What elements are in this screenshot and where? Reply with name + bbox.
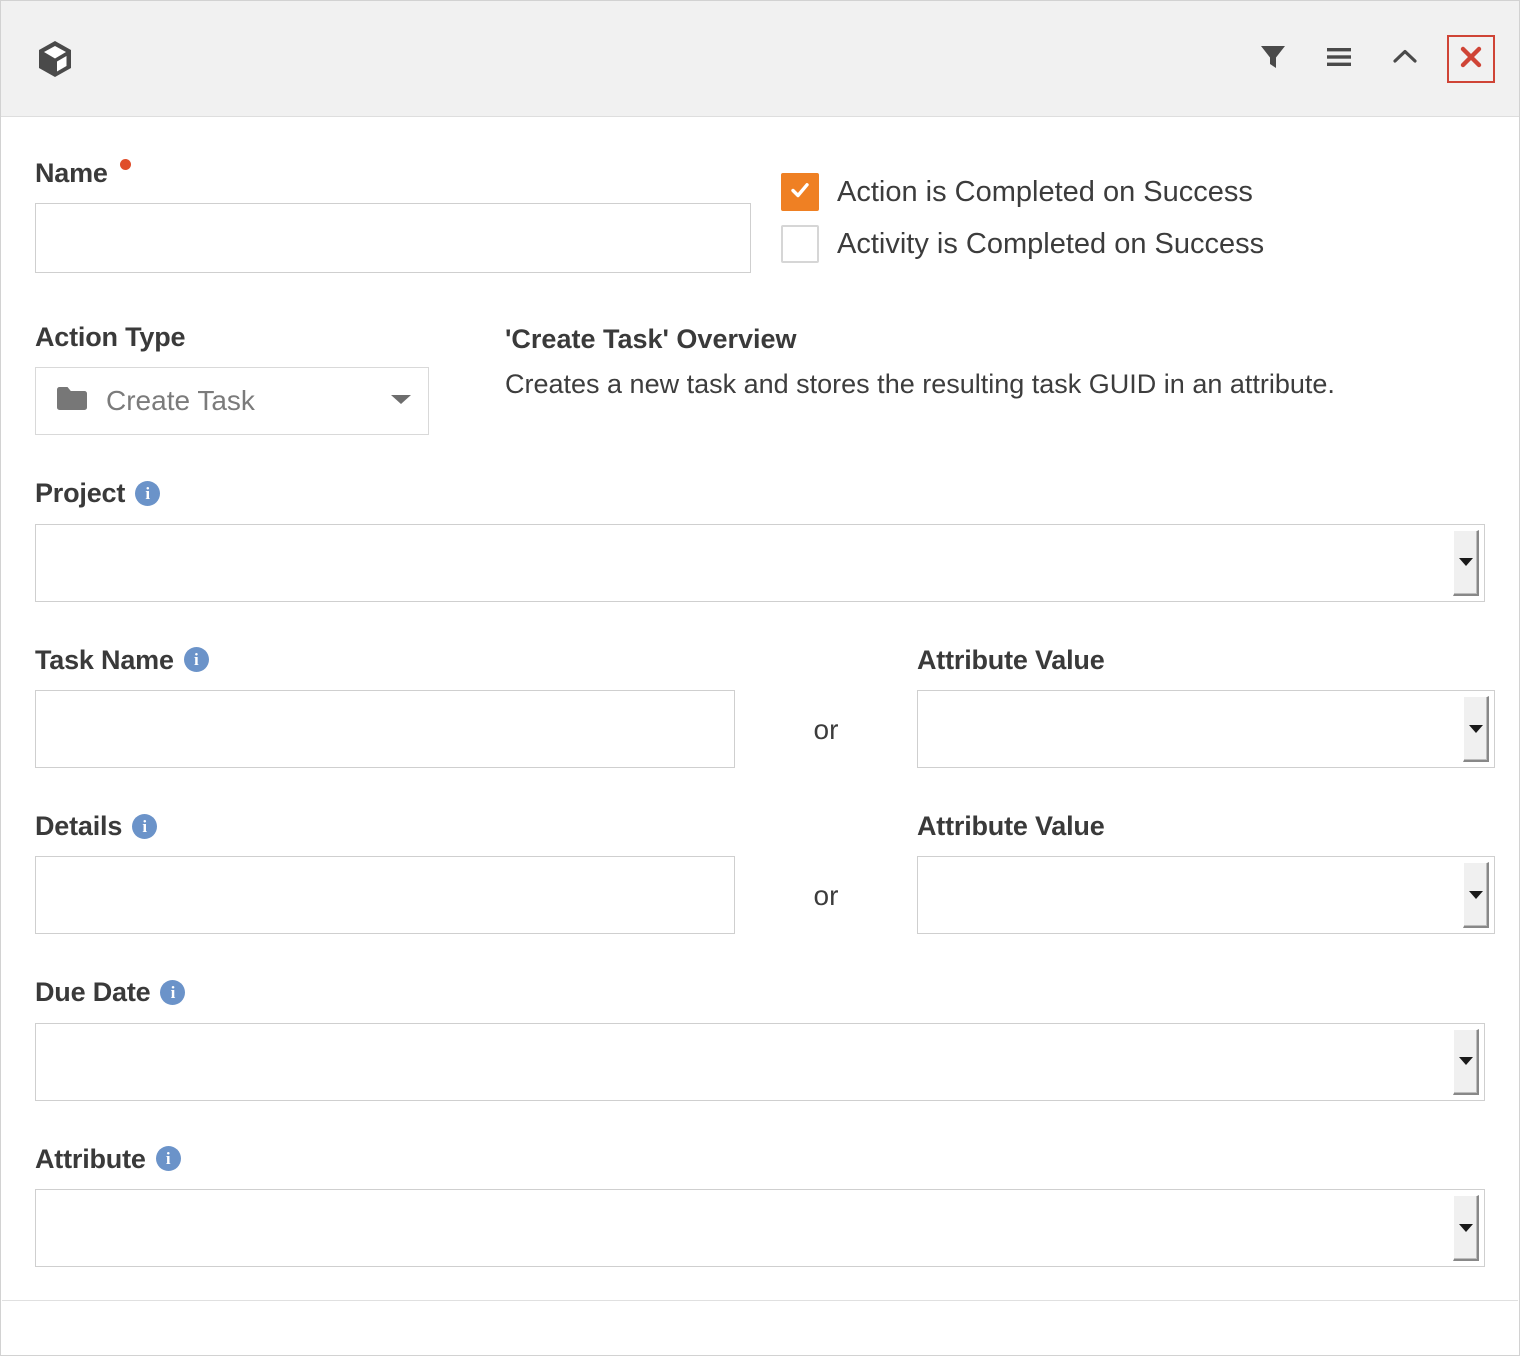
checkmark-icon <box>789 179 811 206</box>
caret-down-icon <box>1468 890 1483 899</box>
caret-down-icon <box>1468 724 1483 733</box>
details-attribute-value-label-wrap: Attribute Value <box>917 811 1495 842</box>
task-name-label: Task Name <box>35 644 174 675</box>
task-name-row: Task Name i or Attribute Value <box>35 644 1495 769</box>
info-icon[interactable]: i <box>183 647 209 673</box>
attribute-field-group: Attribute i <box>35 1143 1485 1268</box>
action-type-value: Create Task <box>106 385 255 417</box>
action-type-and-overview-row: Action Type Create Task 'Create Task' Ov… <box>35 322 1485 436</box>
titlebar-left-group <box>35 39 75 79</box>
project-combobox[interactable] <box>35 523 1485 602</box>
details-attribute-value-input[interactable] <box>918 857 1463 934</box>
box-cube-icon <box>35 39 75 79</box>
checkbox-row-action-completed: Action is Completed on Success <box>781 173 1264 211</box>
task-name-input[interactable] <box>35 690 735 769</box>
task-name-attribute-value-label-wrap: Attribute Value <box>917 644 1495 675</box>
action-completed-label: Action is Completed on Success <box>837 175 1253 208</box>
task-name-field-group: Task Name i <box>35 644 735 769</box>
action-editor-window: Name Action is Completed on Success Acti… <box>0 0 1520 1356</box>
name-label-wrap: Name <box>35 159 751 187</box>
due-date-label: Due Date <box>35 977 151 1008</box>
activity-completed-checkbox[interactable] <box>781 225 819 263</box>
project-field-group: Project i <box>35 478 1485 602</box>
form-content: Name Action is Completed on Success Acti… <box>1 117 1519 1268</box>
info-icon[interactable]: i <box>132 813 158 839</box>
caret-down-icon <box>1458 1223 1473 1232</box>
close-x-icon <box>1457 43 1485 74</box>
attribute-label: Attribute <box>35 1143 146 1174</box>
action-completed-checkbox[interactable] <box>781 173 819 211</box>
info-icon[interactable]: i <box>135 481 161 507</box>
task-name-attribute-value-combobox[interactable] <box>917 690 1495 769</box>
project-input[interactable] <box>36 524 1453 601</box>
info-icon[interactable]: i <box>155 1146 181 1172</box>
filter-icon <box>1258 42 1288 75</box>
task-name-attribute-value-input[interactable] <box>918 691 1463 768</box>
project-label-wrap: Project i <box>35 478 1485 509</box>
details-attribute-value-dropdown-button[interactable] <box>1463 862 1489 929</box>
details-input[interactable] <box>35 856 735 935</box>
due-date-label-wrap: Due Date i <box>35 977 1485 1008</box>
window-titlebar <box>1 1 1519 117</box>
hamburger-menu-icon <box>1324 42 1354 75</box>
details-or-separator: or <box>813 880 839 912</box>
action-type-label-wrap: Action Type <box>35 322 505 352</box>
chevron-up-icon <box>1390 42 1420 75</box>
overview-body: Creates a new task and stores the result… <box>505 369 1335 400</box>
caret-down-icon <box>1458 558 1473 567</box>
attribute-combobox[interactable] <box>35 1189 1485 1268</box>
project-dropdown-button[interactable] <box>1453 529 1479 596</box>
required-indicator-dot <box>119 158 131 170</box>
details-field-group: Details i <box>35 812 735 935</box>
name-and-flags-row: Name Action is Completed on Success Acti… <box>35 159 1485 277</box>
task-name-attribute-value-group: Attribute Value <box>917 644 1495 769</box>
name-field-group: Name <box>35 159 751 274</box>
overview-panel: 'Create Task' Overview Creates a new tas… <box>505 323 1485 404</box>
name-label: Name <box>35 158 108 188</box>
filter-button[interactable] <box>1249 35 1297 83</box>
task-name-attribute-value-label: Attribute Value <box>917 644 1105 675</box>
details-label: Details <box>35 811 123 842</box>
checkbox-row-activity-completed: Activity is Completed on Success <box>781 225 1264 263</box>
details-attribute-value-label: Attribute Value <box>917 811 1105 842</box>
collapse-button[interactable] <box>1381 35 1429 83</box>
action-type-select[interactable]: Create Task <box>35 367 429 436</box>
due-date-dropdown-button[interactable] <box>1453 1028 1479 1095</box>
menu-button[interactable] <box>1315 35 1363 83</box>
overview-title: 'Create Task' Overview <box>505 324 797 354</box>
activity-completed-label: Activity is Completed on Success <box>837 227 1265 260</box>
action-type-group: Action Type Create Task <box>35 322 505 436</box>
attribute-input[interactable] <box>36 1190 1453 1267</box>
due-date-field-group: Due Date i <box>35 977 1485 1101</box>
completion-flags-group: Action is Completed on Success Activity … <box>781 159 1264 277</box>
details-row: Details i or Attribute Value <box>35 812 1495 935</box>
project-label: Project <box>35 478 126 509</box>
attribute-dropdown-button[interactable] <box>1453 1195 1479 1262</box>
info-icon[interactable]: i <box>160 980 186 1006</box>
task-name-or-separator: or <box>813 714 839 746</box>
close-button[interactable] <box>1447 34 1495 83</box>
action-type-label: Action Type <box>35 322 186 352</box>
task-name-label-wrap: Task Name i <box>35 644 735 675</box>
due-date-combobox[interactable] <box>35 1022 1485 1101</box>
details-label-wrap: Details i <box>35 812 735 840</box>
chevron-down-icon <box>388 391 414 412</box>
attribute-label-wrap: Attribute i <box>35 1143 1485 1174</box>
due-date-input[interactable] <box>36 1023 1453 1100</box>
content-bottom-divider <box>2 1300 1518 1301</box>
name-input[interactable] <box>35 203 751 274</box>
details-attribute-value-group: Attribute Value <box>917 811 1495 935</box>
caret-down-icon <box>1458 1057 1473 1066</box>
folder-icon <box>56 386 88 416</box>
titlebar-actions <box>1249 34 1495 83</box>
details-attribute-value-combobox[interactable] <box>917 856 1495 935</box>
task-name-attribute-value-dropdown-button[interactable] <box>1463 696 1489 763</box>
